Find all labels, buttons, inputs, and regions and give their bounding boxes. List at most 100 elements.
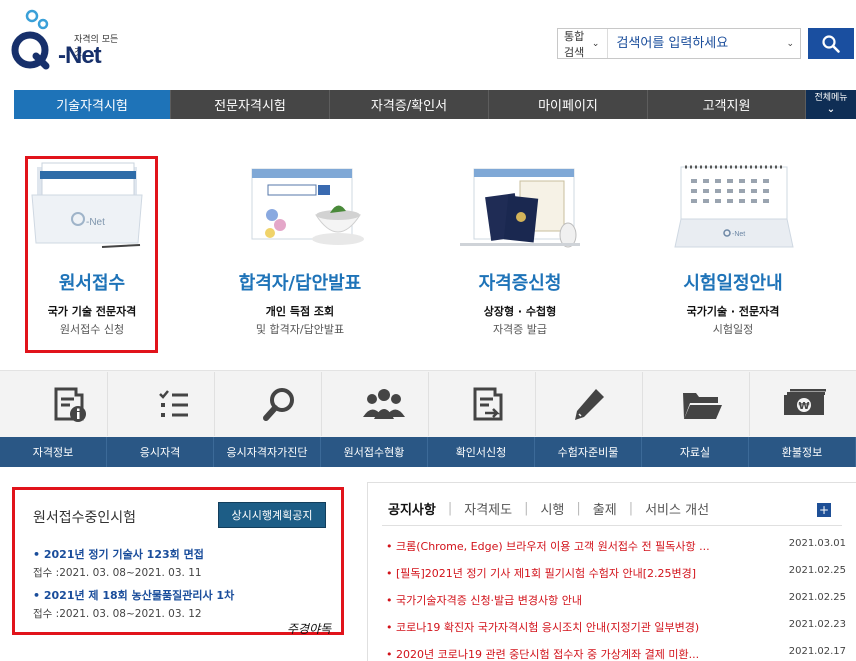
notice-date: 2021.02.25 [788,565,846,576]
nav-item-certificate[interactable]: 자격증/확인서 [330,90,489,119]
divider: | [524,501,529,516]
divider [642,372,643,436]
list-item[interactable]: • 코로나19 확진자 국가자격시험 응시조치 안내(지정기관 일부변경) 20… [386,619,846,635]
notice-title[interactable]: • 크롬(Chrome, Edge) 브라우저 이용 고객 원서접수 전 필독사… [386,538,710,554]
quick-item-supplies[interactable]: 수험자준비물 [535,437,642,467]
svg-text:₩: ₩ [798,401,809,412]
feature-caption: 자격증 발급 [492,323,548,336]
tab-service[interactable]: 서비스 개선 [645,499,709,518]
pencil-icon[interactable] [565,382,613,428]
list-item[interactable]: • 2020년 코로나19 관련 중단시험 접수자 중 가상계좌 결제 미환..… [386,646,846,661]
notice-title[interactable]: • 코로나19 확진자 국가자격시험 응시조치 안내(지정기관 일부변경) [386,619,699,635]
quick-item-confirmation[interactable]: 확인서신청 [428,437,535,467]
list-item[interactable]: • [필독]2021년 정기 기사 제1회 필기시험 수험자 안내[2.25변경… [386,565,846,581]
exam-date: 접수 :2021. 03. 08~2021. 03. 12 [33,608,202,620]
magnifier-icon[interactable] [256,382,304,428]
search-button[interactable] [808,28,854,59]
panel-title: 원서접수중인시험 [33,510,137,526]
feature-schedule[interactable]: -Net 시험일정안내 국가기술 · 전문자격 시험일정 [633,155,833,355]
divider: | [628,501,634,516]
feature-title: 원서접수 [58,273,126,294]
folder-open-icon[interactable] [678,382,726,428]
search-box: 통합검색 ⌄ ⌄ [557,28,801,59]
search-scope-label: 통합검색 [564,29,585,59]
exam-date: 접수 :2021. 03. 08~2021. 03. 11 [33,567,202,579]
quick-item-eligibility[interactable]: 응시자격 [107,437,214,467]
divider [382,525,842,526]
divider [428,372,429,436]
divider [214,372,215,436]
feature-title: 합격자/답안발표 [238,273,362,294]
quick-item-application-status[interactable]: 원서접수현황 [321,437,428,467]
quick-item-self-check[interactable]: 응시자격자가진단 [214,437,321,467]
chevron-down-icon: ⌄ [591,38,600,49]
nav-item-technical-exam[interactable]: 기술자격시험 [14,90,171,119]
quick-item-library[interactable]: 자료실 [642,437,749,467]
exam-name[interactable]: • 2021년 제 18회 농산물품질관리사 1차 [33,587,234,603]
folder-icon: -Net [31,162,143,248]
checklist-icon[interactable] [150,382,198,428]
notice-date: 2021.03.01 [788,538,846,549]
tab-system[interactable]: 자격제도 [464,499,512,518]
logo-text: -Net [58,42,102,69]
notice-title[interactable]: • [필독]2021년 정기 기사 제1회 필기시험 수험자 안내[2.25변경… [386,565,696,581]
notice-date: 2021.02.17 [788,646,846,657]
search-icon [822,34,840,53]
feature-results[interactable]: 합격자/답안발표 개인 득점 조회 및 합격자/답안발표 [200,155,400,355]
feature-subtitle: 국가기술 · 전문자격 [686,305,780,318]
feature-application[interactable]: -Net 원서접수 국가 기술 전문자격 원서접수 신청 [0,155,192,355]
notice-title[interactable]: • 2020년 코로나19 관련 중단시험 접수자 중 가상계좌 결제 미환..… [386,646,699,661]
svg-text:-Net: -Net [732,231,745,238]
notice-date: 2021.02.25 [788,592,846,603]
money-icon[interactable]: ₩ [780,382,828,428]
feature-caption: 시험일정 [712,323,754,336]
regular-plan-notice-button[interactable]: 상시시행계획공지 [218,502,326,528]
divider: | [447,501,453,516]
feature-caption: 및 합격자/답안발표 [255,323,345,336]
all-menu-button[interactable]: 전체메뉴 ⌄ [806,90,856,119]
tab-questions[interactable]: 출제 [593,499,617,518]
document-edit-icon[interactable] [465,382,513,428]
list-item[interactable]: • 크롬(Chrome, Edge) 브라우저 이용 고객 원서접수 전 필독사… [386,538,846,554]
quick-item-refund[interactable]: 환불정보 [749,437,856,467]
document-info-icon[interactable] [46,382,94,428]
nav-item-professional-exam[interactable]: 전문자격시험 [171,90,330,119]
divider [107,372,108,436]
search-dropdown-chevron-icon[interactable]: ⌄ [786,39,800,49]
divider [749,372,750,436]
tab-administration[interactable]: 시행 [540,499,564,518]
tab-notices[interactable]: 공지사항 [388,499,436,518]
notice-date: 2021.02.23 [788,619,846,630]
people-icon[interactable] [360,382,408,428]
calendar-icon: -Net [674,165,794,248]
nav-item-support[interactable]: 고객지원 [648,90,806,119]
notice-title[interactable]: • 국가기술자격증 신청·발급 변경사항 안내 [386,592,582,608]
list-item[interactable]: • 2021년 제 18회 농산물품질관리사 1차 접수 :2021. 03. … [33,587,234,621]
more-plus-button[interactable]: + [817,503,831,517]
divider [321,372,322,436]
feature-subtitle: 개인 득점 조회 [265,305,335,318]
feature-caption: 원서접수 신청 [59,323,125,336]
main-nav: 기술자격시험 전문자격시험 자격증/확인서 마이페이지 고객지원 전체메뉴 ⌄ [14,90,856,119]
exam-name[interactable]: • 2021년 정기 기술사 123회 면접 [33,546,204,562]
feature-subtitle: 상장형 · 수첩형 [483,305,557,318]
search-input[interactable] [608,36,787,51]
board-tabs: 공지사항 | 자격제도 | 시행 | 출제 | 서비스 개선 [388,499,709,518]
chevron-down-icon: ⌄ [826,103,836,115]
browser-icon [251,168,364,245]
divider: | [576,501,581,516]
search-scope-select[interactable]: 통합검색 ⌄ [558,29,609,59]
notice-board: 공지사항 | 자격제도 | 시행 | 출제 | 서비스 개선 + • 크롬(Ch… [367,482,856,661]
divider [535,372,536,436]
passport-icon [460,168,580,248]
feature-certificate[interactable]: 자격증신청 상장형 · 수첩형 자격증 발급 [420,155,620,355]
qnet-logo[interactable]: 자격의 모든것 -Net [10,8,120,72]
signature: 주경야독 [287,622,332,636]
nav-item-mypage[interactable]: 마이페이지 [489,90,648,119]
quick-menu-bar: 자격정보 응시자격 응시자격자가진단 원서접수현황 확인서신청 수험자준비물 자… [0,437,856,467]
quick-item-qualification-info[interactable]: 자격정보 [0,437,107,467]
list-item[interactable]: • 2021년 정기 기술사 123회 면접 접수 :2021. 03. 08~… [33,546,204,580]
list-item[interactable]: • 국가기술자격증 신청·발급 변경사항 안내 2021.02.25 [386,592,846,608]
feature-subtitle: 국가 기술 전문자격 [47,305,137,318]
feature-title: 자격증신청 [478,273,562,294]
